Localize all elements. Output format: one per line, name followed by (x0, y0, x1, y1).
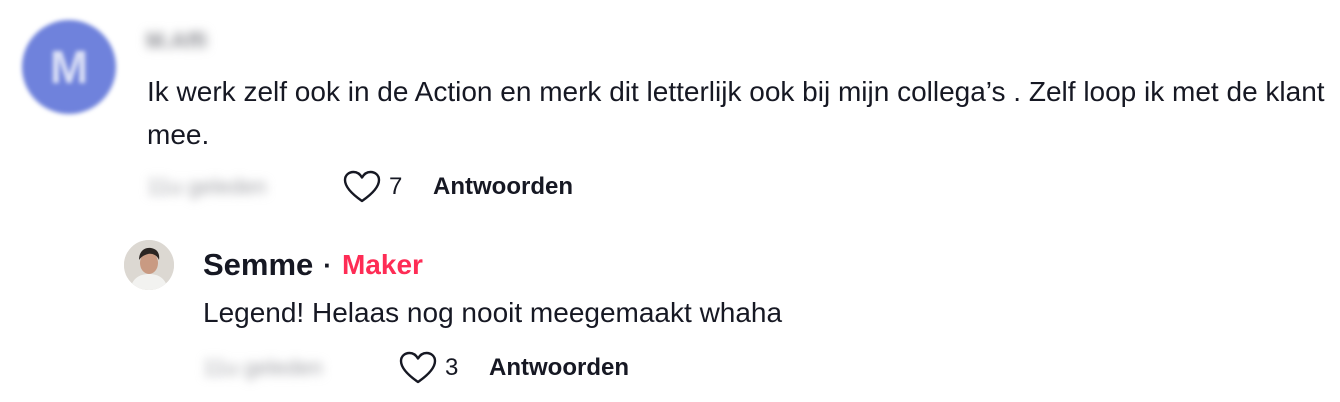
commenter-avatar[interactable]: M (22, 20, 116, 114)
comment-like-count: 7 (389, 173, 403, 200)
reply-reply-button[interactable]: Antwoorden (489, 354, 629, 382)
comment-text: Ik werk zelf ook in de Action en merk di… (147, 76, 1325, 150)
comment-timestamp: 11u geleden (147, 174, 267, 199)
reply-actions: 11u geleden 3 Antwoorden (203, 348, 629, 388)
reply-like-button[interactable]: 3 (399, 351, 489, 385)
comment-reply-button[interactable]: Antwoorden (433, 173, 573, 201)
creator-avatar-image (124, 240, 174, 290)
separator-dot: · (323, 249, 332, 280)
comment-like-button[interactable]: 7 (343, 170, 433, 204)
creator-badge: Maker (341, 249, 423, 280)
reply-timestamp: 11u geleden (203, 355, 323, 380)
creator-avatar[interactable] (124, 240, 174, 290)
comment-actions: 11u geleden 7 Antwoorden (147, 167, 573, 207)
reply-text: Legend! Helaas nog nooit meegemaakt whah… (203, 297, 783, 328)
heart-outline-icon (343, 170, 381, 203)
avatar-letter: M (49, 41, 89, 93)
reply-like-count: 3 (445, 354, 459, 381)
heart-outline-icon (399, 351, 437, 384)
commenter-username[interactable]: M.Affi (146, 28, 207, 53)
reply-header: Semme · Maker (203, 245, 423, 285)
creator-username[interactable]: Semme (203, 247, 313, 283)
